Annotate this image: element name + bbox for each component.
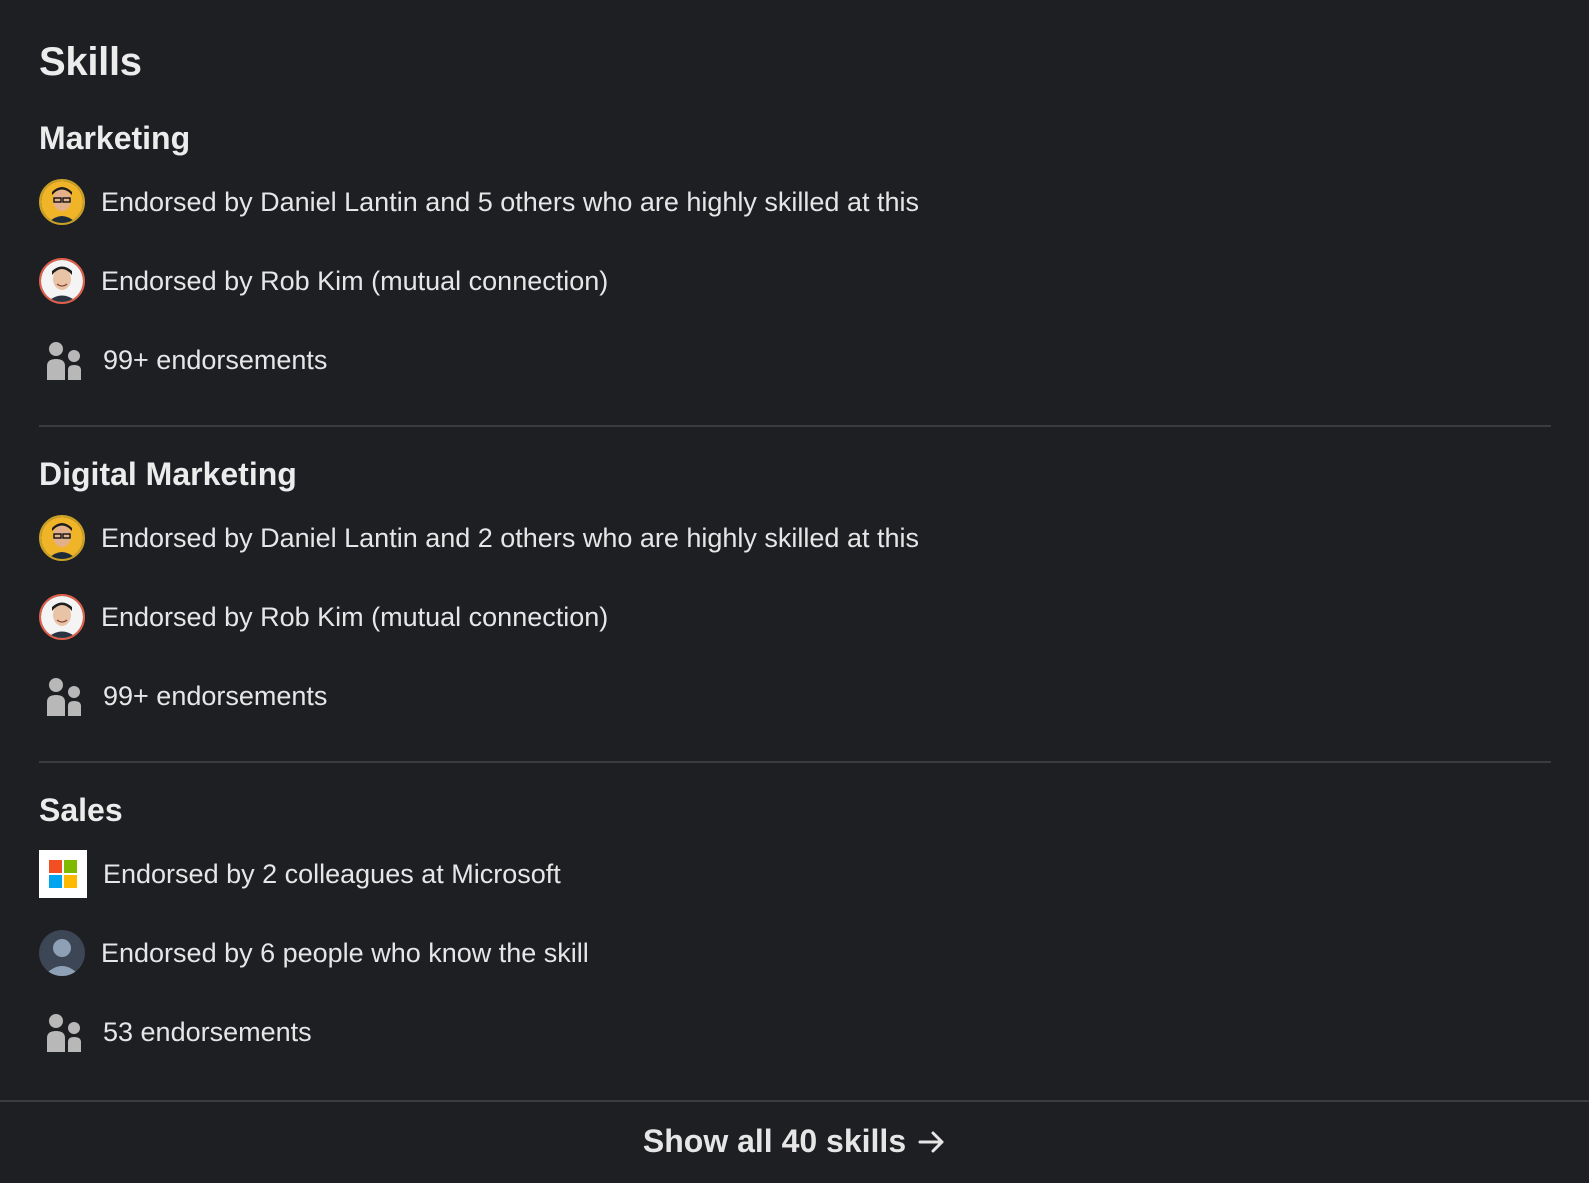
endorsement-text: Endorsed by Daniel Lantin and 2 others w… (101, 522, 919, 553)
endorsement-count: 99+ endorsements (103, 344, 328, 375)
endorsement-count: 99+ endorsements (103, 680, 328, 711)
divider (39, 425, 1551, 427)
microsoft-logo-icon[interactable] (39, 850, 87, 898)
people-icon (39, 1008, 87, 1056)
avatar-daniel-lantin[interactable] (39, 515, 85, 561)
endorsement-count: 53 endorsements (103, 1016, 312, 1047)
people-icon (39, 672, 87, 720)
show-all-label: Show all 40 skills (642, 1123, 907, 1159)
skill-name[interactable]: Marketing (39, 118, 1551, 158)
skill-item-sales: Sales Endorsed by 2 colleagues at Micros… (39, 790, 1551, 1052)
avatar-rob-kim[interactable] (39, 594, 85, 640)
divider (39, 761, 1551, 763)
endorsement-row[interactable]: Endorsed by Rob Kim (mutual connection) (39, 593, 608, 641)
endorsement-row: 53 endorsements (39, 1008, 312, 1056)
endorsement-text: Endorsed by 2 colleagues at Microsoft (103, 858, 561, 889)
endorsement-row[interactable]: Endorsed by Daniel Lantin and 2 others w… (39, 514, 919, 562)
skill-item-digital-marketing: Digital Marketing Endorsed by Daniel Lan… (39, 454, 1551, 716)
skill-name[interactable]: Digital Marketing (39, 454, 1551, 494)
endorsement-row[interactable]: Endorsed by Daniel Lantin and 5 others w… (39, 178, 919, 226)
skill-name[interactable]: Sales (39, 790, 1551, 830)
endorsement-row: 99+ endorsements (39, 336, 327, 384)
endorsement-text: Endorsed by Rob Kim (mutual connection) (101, 265, 609, 296)
arrow-right-icon (918, 1128, 946, 1156)
skill-item-marketing: Marketing Endorsed by Daniel Lantin and … (39, 118, 1551, 380)
endorsement-row[interactable]: Endorsed by 6 people who know the skill (39, 929, 589, 977)
show-all-skills-button[interactable]: Show all 40 skills (643, 1123, 946, 1160)
endorsement-text: Endorsed by Daniel Lantin and 5 others w… (101, 186, 919, 217)
endorsement-row[interactable]: Endorsed by Rob Kim (mutual connection) (39, 257, 608, 305)
endorsement-row: 99+ endorsements (39, 672, 327, 720)
people-icon (39, 336, 87, 384)
avatar-rob-kim[interactable] (39, 258, 85, 304)
endorsement-text: Endorsed by Rob Kim (mutual connection) (101, 601, 609, 632)
section-title: Skills (39, 40, 142, 84)
skills-footer: Show all 40 skills (0, 1100, 1589, 1183)
avatar-daniel-lantin[interactable] (39, 179, 85, 225)
endorsement-text: Endorsed by 6 people who know the skill (101, 937, 589, 968)
endorsement-row[interactable]: Endorsed by 2 colleagues at Microsoft (39, 850, 561, 898)
default-avatar-icon (39, 930, 85, 976)
